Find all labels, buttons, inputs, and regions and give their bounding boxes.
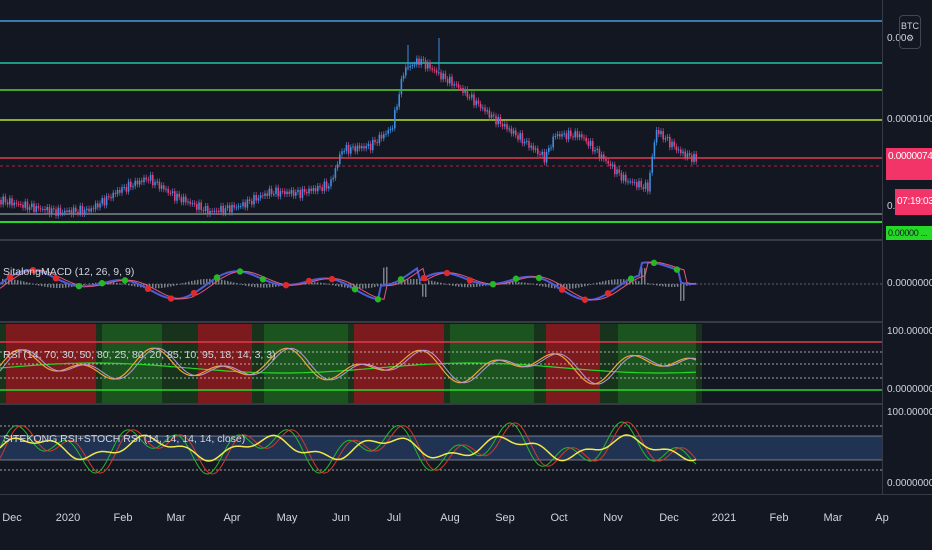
currency-label: BTC	[901, 21, 919, 31]
rsi-scale-top: 100.00000000	[887, 326, 932, 337]
time-tick-label: Mar	[166, 512, 186, 524]
time-tick-label: Oct	[550, 512, 568, 524]
time-tick-label: May	[276, 512, 298, 524]
chart-window: SitalongMACD (12, 26, 9, 9) RSI (14, 70,…	[0, 0, 932, 550]
stoch-pane[interactable]	[0, 421, 882, 475]
stoch-scale-top: 100.00000000	[887, 407, 932, 418]
time-tick-label: 2021	[711, 512, 737, 524]
time-tick-label: Mar	[823, 512, 843, 524]
time-tick-label: Aug	[440, 512, 460, 524]
time-tick-label: Jun	[332, 512, 350, 524]
time-tick-label: Feb	[769, 512, 789, 524]
gear-icon: ⚙	[905, 33, 915, 43]
time-tick-label: Ap	[875, 512, 889, 524]
time-tick-label: Jul	[386, 512, 402, 524]
level-price-badge: 0.00000 ...	[886, 226, 932, 240]
time-axis[interactable]: Dec 2020 Feb Mar Apr May Jun Jul Aug Sep Oct Nov Dec…	[0, 494, 932, 550]
macd-pane-label[interactable]: SitalongMACD (12, 26, 9, 9)	[3, 266, 134, 278]
time-tick-label: Dec	[2, 512, 22, 524]
time-tick-label: 2020	[55, 512, 81, 524]
scale-label: 0.00001000	[887, 114, 932, 125]
last-price-badge: 0.00000743	[886, 148, 932, 180]
rsi-scale-bottom: 0.00000000	[887, 384, 932, 395]
time-tick-label: Sep	[495, 512, 515, 524]
price-pane[interactable]	[0, 20, 882, 223]
price-scale[interactable]: 0.00 0.00001000 0. 0.00000743 07:19:03 0…	[882, 0, 932, 494]
macd-scale-label: 0.00000000	[887, 278, 932, 289]
currency-button[interactable]: BTC ⚙	[899, 15, 921, 49]
time-tick-label: Dec	[659, 512, 679, 524]
bar-countdown-badge: 07:19:03	[895, 189, 932, 215]
stoch-pane-label[interactable]: SITEKONG RSI+STOCH RSI (14, 14, 14, 14, …	[3, 433, 245, 445]
stoch-scale-bottom: 0.00000000	[887, 478, 932, 489]
time-tick-label: Apr	[223, 512, 241, 524]
rsi-pane-label[interactable]: RSI (14, 70, 30, 50, 80, 25, 80, 20, 85,…	[3, 349, 276, 361]
price-candles	[0, 38, 697, 219]
time-tick-label: Feb	[113, 512, 133, 524]
time-tick-label: Nov	[603, 512, 623, 524]
chart-canvas[interactable]	[0, 0, 882, 494]
rsi-pane[interactable]	[0, 324, 882, 403]
